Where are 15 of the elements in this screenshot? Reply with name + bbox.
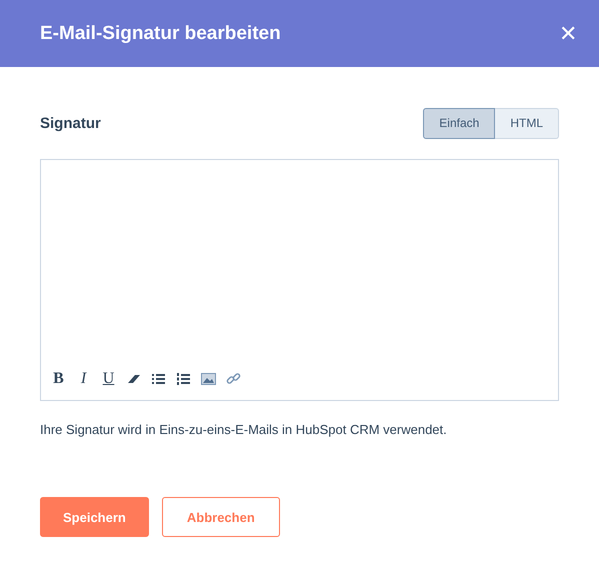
link-icon[interactable] bbox=[226, 372, 241, 386]
italic-button[interactable]: I bbox=[76, 370, 91, 388]
signature-editor[interactable]: B I U bbox=[40, 159, 559, 401]
signature-label: Signatur bbox=[40, 114, 101, 132]
image-icon[interactable] bbox=[201, 372, 216, 386]
bulleted-list-icon[interactable] bbox=[151, 372, 166, 386]
mode-toggle[interactable]: HTML bbox=[495, 108, 559, 138]
close-button[interactable]: ✕ bbox=[559, 20, 577, 46]
underline-button[interactable]: U bbox=[101, 370, 116, 388]
mode-toggle[interactable]: Einfach bbox=[423, 108, 496, 138]
numbered-list-icon[interactable] bbox=[176, 372, 191, 386]
bold-button[interactable]: B bbox=[51, 370, 66, 388]
dialog-title: E-Mail-Signatur bearbeiten bbox=[40, 22, 281, 44]
help-text: Ihre Signatur wird in Eins-zu-eins-E-Mails in HubSpot CRM verwendet. bbox=[40, 422, 448, 437]
eraser-icon[interactable] bbox=[126, 372, 141, 386]
